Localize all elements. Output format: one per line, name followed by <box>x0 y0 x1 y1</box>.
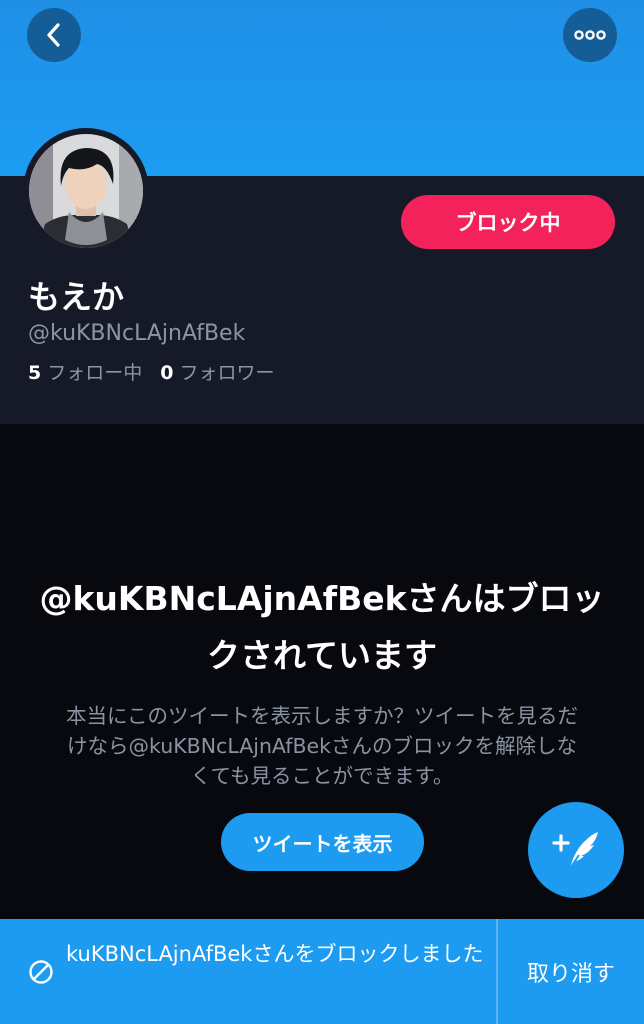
show-tweets-button[interactable]: ツイートを表示 <box>221 813 424 871</box>
follow-stats: 5 フォロー中 0 フォロワー <box>28 358 275 385</box>
more-options-button[interactable] <box>563 8 617 62</box>
blocking-button[interactable]: ブロック中 <box>401 195 615 249</box>
following-stat[interactable]: 5 フォロー中 <box>28 358 142 385</box>
followers-label: フォロワー <box>179 362 275 384</box>
ellipsis-icon <box>574 30 606 40</box>
avatar[interactable] <box>23 128 149 254</box>
chevron-left-icon <box>47 23 60 47</box>
followers-stat[interactable]: 0 フォロワー <box>160 358 274 385</box>
following-count: 5 <box>28 362 42 384</box>
undo-button[interactable]: 取り消す <box>498 919 644 1024</box>
back-button[interactable] <box>27 8 81 62</box>
blocked-description: 本当にこのツイートを表示しますか？ツイートを見るだけなら@kuKBNcLAjnA… <box>65 704 579 788</box>
snackbar-message: kuKBNcLAjnAfBekさんをブロックしました <box>66 942 484 966</box>
following-label: フォロー中 <box>47 362 143 384</box>
compose-tweet-button[interactable] <box>528 802 624 898</box>
followers-count: 0 <box>160 362 174 384</box>
blocked-title: @kuKBNcLAjnAfBekさんはブロックされています <box>39 579 605 675</box>
block-icon <box>29 960 53 984</box>
user-handle: @kuKBNcLAjnAfBek <box>28 321 246 346</box>
display-name: もえか <box>28 278 125 316</box>
snackbar: kuKBNcLAjnAfBekさんをブロックしました 取り消す <box>0 919 644 1024</box>
avatar-photo <box>25 130 147 252</box>
compose-feather-icon <box>552 832 598 871</box>
